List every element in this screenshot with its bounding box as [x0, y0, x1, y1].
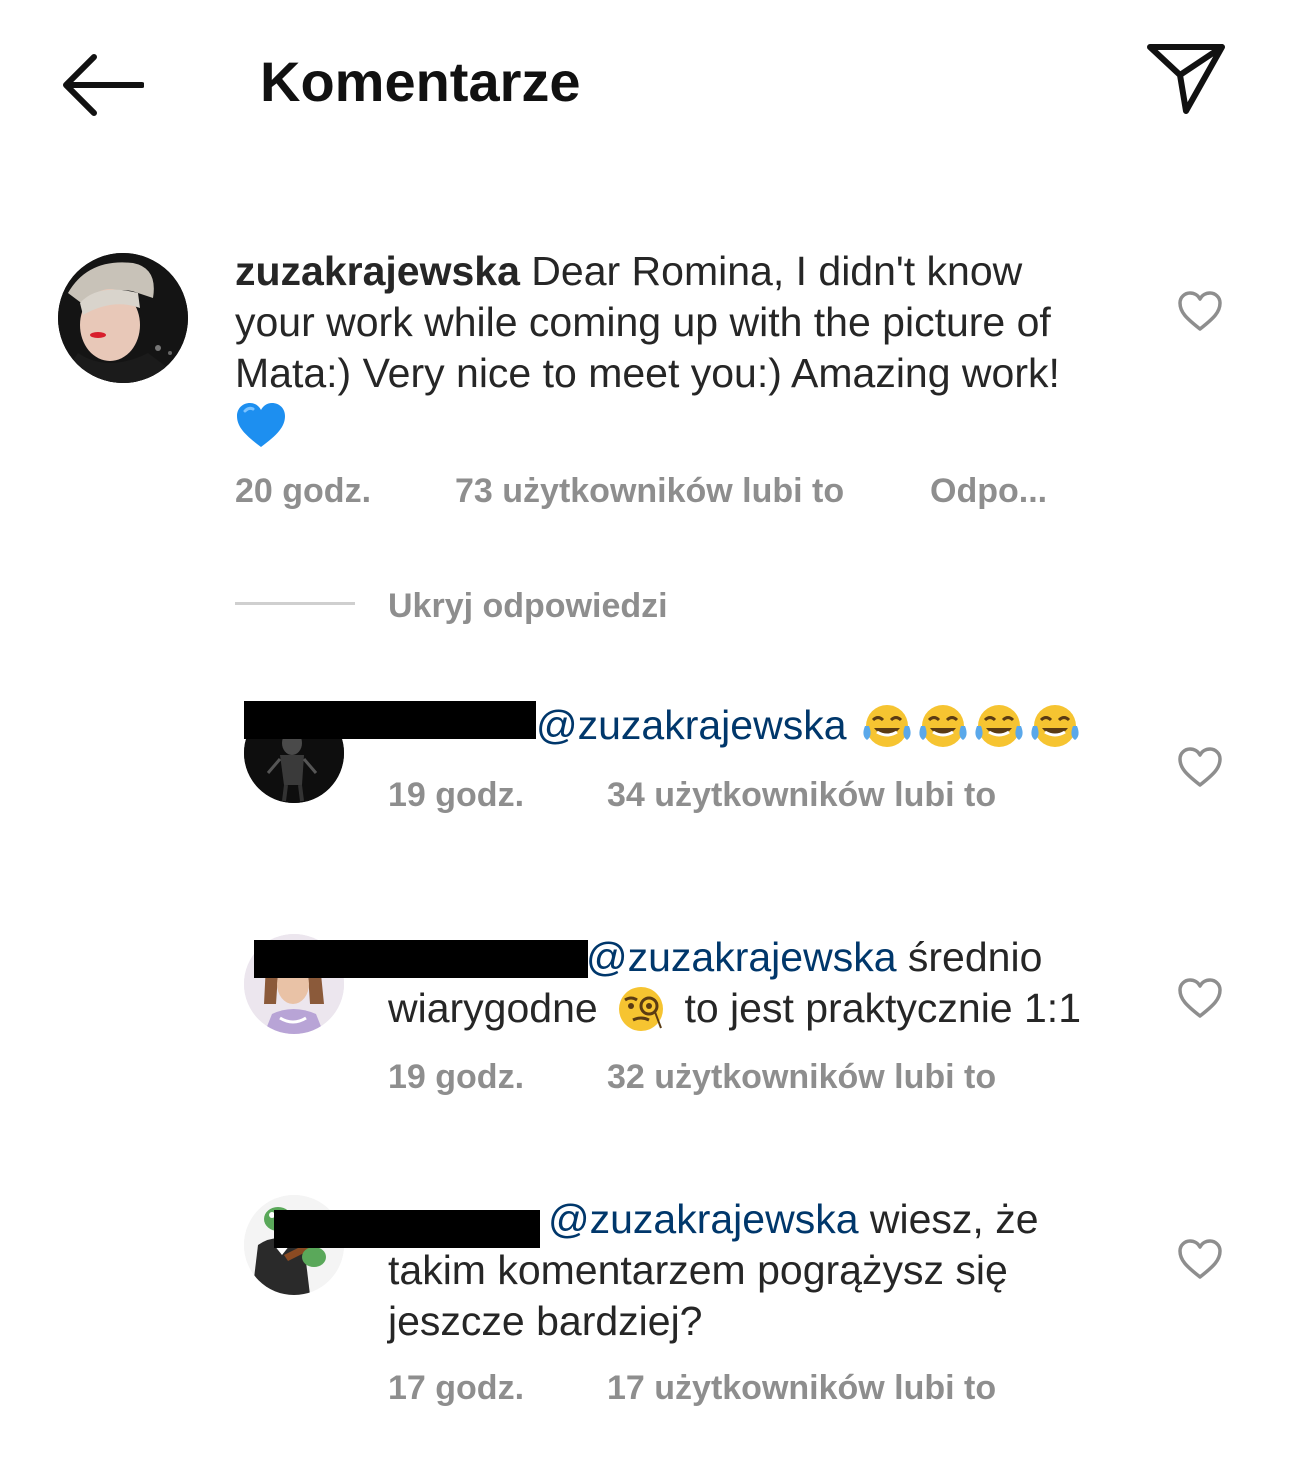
paper-plane-icon — [1147, 44, 1225, 114]
mention-link[interactable]: @zuzakrajewska — [586, 934, 897, 980]
reply-likes-wrap: 34 użytkowników lubi to — [607, 773, 996, 817]
reply-likes-wrap: 32 użytkowników lubi to — [607, 1055, 996, 1099]
comment-meta: 20 godz. — [235, 469, 371, 513]
comment-text-line3: Mata:) Very nice to meet you:) Amazing w… — [235, 350, 1060, 396]
comment-username[interactable]: zuzakrajewska — [235, 248, 520, 294]
profile-photo — [58, 253, 188, 383]
reply-text: wiarygodne — [388, 985, 610, 1031]
tears-of-joy-emoji — [918, 704, 967, 747]
reply-text: wiesz, że — [858, 1196, 1039, 1242]
comment-likes[interactable]: 73 użytkowników lubi to — [455, 472, 844, 510]
reply-likes[interactable]: 34 użytkowników lubi to — [607, 776, 996, 814]
reply-likes[interactable]: 17 użytkowników lubi to — [607, 1369, 996, 1407]
comment-reply-wrap: Odpo... — [930, 469, 1047, 513]
heart-outline-icon — [1178, 978, 1222, 1018]
comment-body: zuzakrajewska Dear Romina, I didn't know… — [235, 246, 1155, 450]
mention-link[interactable]: @zuzakrajewska — [536, 700, 847, 751]
reply-text: średnio — [896, 934, 1043, 980]
like-button[interactable] — [1170, 739, 1230, 795]
page-title: Komentarze — [260, 50, 581, 113]
reply-button[interactable]: Odpo... — [930, 472, 1047, 510]
reply-body-line3: jeszcze bardziej? — [388, 1298, 703, 1344]
heart-outline-icon — [1178, 291, 1222, 331]
reply-body: @zuzakrajewska średnio — [586, 932, 1042, 983]
reply-likes-wrap: 17 użytkowników lubi to — [607, 1366, 996, 1410]
comment-text-line2: your work while coming up with the pictu… — [235, 299, 1051, 345]
like-button[interactable] — [1170, 1231, 1230, 1287]
share-button[interactable] — [1136, 34, 1236, 124]
reply-meta: 19 godz. — [388, 773, 524, 817]
reply-text: to jest praktycznie 1:1 — [673, 985, 1081, 1031]
reply-meta: 17 godz. — [388, 1366, 524, 1410]
reply-time: 19 godz. — [388, 776, 525, 814]
hide-replies-button[interactable]: Ukryj odpowiedzi — [388, 584, 668, 628]
reply-time: 19 godz. — [388, 1058, 525, 1096]
redacted-username — [244, 701, 536, 739]
comment-text-line1: Dear Romina, I didn't know — [519, 248, 1023, 294]
tears-of-joy-emojis — [861, 702, 1081, 750]
reply-body-line2: wiarygodne to jest praktycznie 1:1 — [388, 983, 1081, 1034]
blue-heart-emoji — [237, 402, 285, 447]
like-button[interactable] — [1170, 283, 1230, 339]
tears-of-joy-emoji — [1030, 704, 1079, 747]
reply-meta: 19 godz. — [388, 1055, 524, 1099]
mention-link[interactable]: @zuzakrajewska — [548, 1196, 859, 1242]
reply-body: @zuzakrajewska wiesz, że — [548, 1194, 1039, 1245]
tears-of-joy-emoji — [974, 704, 1023, 747]
like-button[interactable] — [1170, 970, 1230, 1026]
avatar[interactable] — [58, 253, 188, 383]
reply-body: @zuzakrajewska — [536, 700, 1081, 751]
reply-body-line2: takim komentarzem pogrążysz się — [388, 1247, 1008, 1293]
arrow-left-icon — [63, 54, 144, 116]
divider-line — [235, 602, 355, 605]
heart-outline-icon — [1178, 747, 1222, 787]
tears-of-joy-emoji — [862, 704, 911, 747]
redacted-username — [274, 1210, 540, 1248]
back-button[interactable] — [52, 40, 152, 130]
comment-time: 20 godz. — [235, 472, 372, 510]
redacted-username — [254, 940, 588, 978]
reply-time: 17 godz. — [388, 1369, 525, 1407]
reply-likes[interactable]: 32 użytkowników lubi to — [607, 1058, 996, 1096]
face-with-monocle-emoji — [619, 986, 664, 1031]
heart-outline-icon — [1178, 1239, 1222, 1279]
comment-likes-wrap: 73 użytkowników lubi to — [455, 469, 844, 513]
